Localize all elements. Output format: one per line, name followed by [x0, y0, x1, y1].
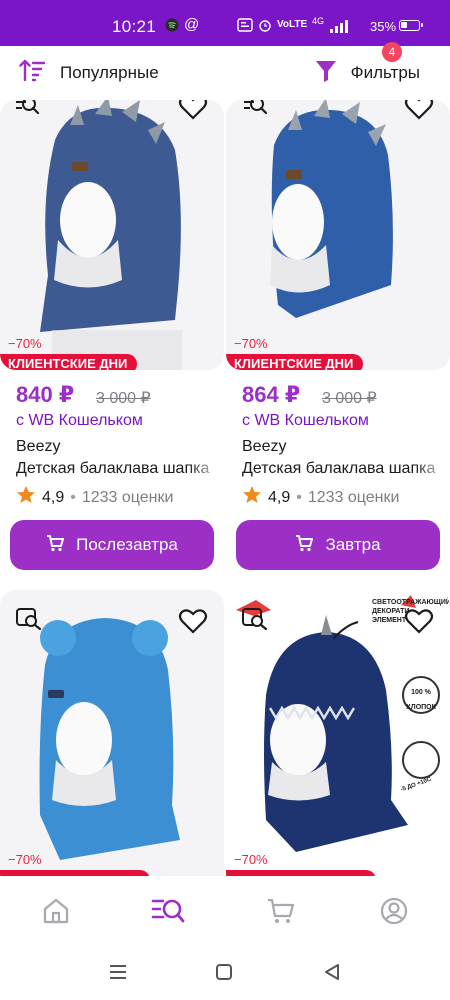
status-time: 10:21	[112, 17, 157, 36]
product-image[interactable]: −70% КЛИЕНТСКИЕ ДНИ	[226, 100, 450, 370]
favorite-heart-icon[interactable]	[404, 606, 434, 636]
network-type: 4G	[312, 16, 325, 26]
sort-button[interactable]: Популярные	[18, 56, 159, 90]
similar-search-icon[interactable]	[16, 608, 42, 634]
product-image[interactable]: −70%	[0, 590, 224, 890]
promo-badge: КЛИЕНТСКИЕ ДНИ	[226, 354, 364, 370]
product-brand: Beezy	[242, 438, 287, 455]
spotify-icon	[165, 18, 179, 35]
notification-icon	[237, 18, 253, 35]
product-brand: Beezy	[16, 438, 61, 455]
sort-icon	[18, 58, 46, 89]
add-to-cart-button[interactable]: Завтра	[236, 520, 440, 570]
product-rating: 4,9 • 1233 оценки	[242, 485, 399, 510]
battery-icon	[399, 20, 423, 31]
product-image[interactable]: СВЕТООТРАЖАЮЩИЙ ДЕКОРАТИ ЭЛЕМЕНТ 100 % Х…	[226, 590, 450, 890]
add-to-cart-button[interactable]: Послезавтра	[10, 520, 214, 570]
similar-search-icon[interactable]	[242, 100, 268, 126]
delivery-label: Послезавтра	[76, 535, 178, 554]
favorite-heart-icon[interactable]	[178, 606, 208, 636]
wallet-note: с WB Кошельком	[16, 412, 143, 429]
badge-line: 100 %	[411, 689, 431, 696]
rating-score: 4,9	[268, 488, 291, 506]
product-price: 840 ₽	[16, 382, 75, 407]
star-icon	[16, 485, 36, 510]
favorite-heart-icon[interactable]	[178, 100, 208, 122]
profile-icon[interactable]	[379, 896, 411, 928]
rating-score: 4,9	[42, 488, 65, 506]
alarm-icon	[258, 18, 272, 35]
badge-line: ХЛОПОК	[406, 704, 436, 711]
cart-icon[interactable]	[266, 896, 298, 928]
status-bar: 10:21 @ VoLTE 4G 35%	[0, 0, 450, 46]
at-icon: @	[184, 16, 200, 33]
home-icon[interactable]	[41, 896, 73, 928]
signal-icon	[330, 19, 356, 33]
star-icon	[242, 485, 262, 510]
catalog-search-icon[interactable]	[151, 896, 185, 928]
discount-label: −70%	[8, 852, 42, 867]
similar-search-icon[interactable]	[14, 100, 40, 126]
system-navigation-bar	[0, 946, 450, 1000]
old-price: 3 000 ₽	[96, 390, 151, 407]
favorite-heart-icon[interactable]	[404, 100, 434, 122]
review-count: 1233 оценки	[307, 488, 400, 506]
battery-percent: 35%	[370, 19, 397, 34]
discount-label: −70%	[8, 336, 42, 351]
filters-label: Фильтры	[350, 63, 420, 82]
bottom-navigation	[0, 876, 450, 946]
product-card[interactable]: −70% КЛИЕНТСКИЕ ДНИ 840 ₽ 3 000 ₽ с WB К…	[0, 100, 224, 580]
rating-separator: •	[70, 488, 76, 506]
recent-apps-icon[interactable]	[106, 960, 132, 986]
rating-separator: •	[296, 488, 302, 506]
product-price: 864 ₽	[242, 382, 301, 407]
filter-icon	[315, 59, 337, 88]
promo-badge: КЛИЕНТСКИЕ ДНИ	[0, 354, 138, 370]
product-card[interactable]: СВЕТООТРАЖАЮЩИЙ ДЕКОРАТИ ЭЛЕМЕНТ 100 % Х…	[226, 590, 450, 890]
volte-icon: VoLTE	[277, 19, 308, 30]
cart-icon	[295, 534, 314, 557]
discount-label: −70%	[234, 336, 268, 351]
back-icon[interactable]	[320, 960, 346, 986]
product-image[interactable]: −70% КЛИЕНТСКИЕ ДНИ	[0, 100, 224, 370]
wallet-note: с WB Кошельком	[242, 412, 369, 429]
sort-label: Популярные	[60, 63, 159, 82]
app-screen: 10:21 @ VoLTE 4G 35% Популярные Фильтры …	[0, 0, 450, 1000]
delivery-label: Завтра	[325, 535, 381, 554]
filters-button[interactable]: Фильтры	[315, 56, 420, 90]
cotton-badge: 100 % ХЛОПОК	[404, 682, 438, 712]
discount-label: −70%	[234, 852, 268, 867]
similar-search-icon[interactable]	[242, 608, 268, 634]
review-count: 1233 оценки	[81, 488, 174, 506]
old-price: 3 000 ₽	[322, 390, 377, 407]
product-title: Детская балаклава шапка	[16, 460, 224, 478]
hat-image	[0, 100, 224, 370]
hat-image	[226, 100, 450, 370]
home-system-icon[interactable]	[212, 960, 238, 986]
filters-count-badge: 4	[382, 42, 402, 62]
cart-icon	[46, 534, 65, 557]
product-card[interactable]: −70% КЛИЕНТСКИЕ ДНИ 864 ₽ 3 000 ₽ с WB К…	[226, 100, 450, 580]
product-card[interactable]: −70%	[0, 590, 224, 890]
product-rating: 4,9 • 1233 оценки	[16, 485, 173, 510]
product-title: Детская балаклава шапка	[242, 460, 450, 478]
